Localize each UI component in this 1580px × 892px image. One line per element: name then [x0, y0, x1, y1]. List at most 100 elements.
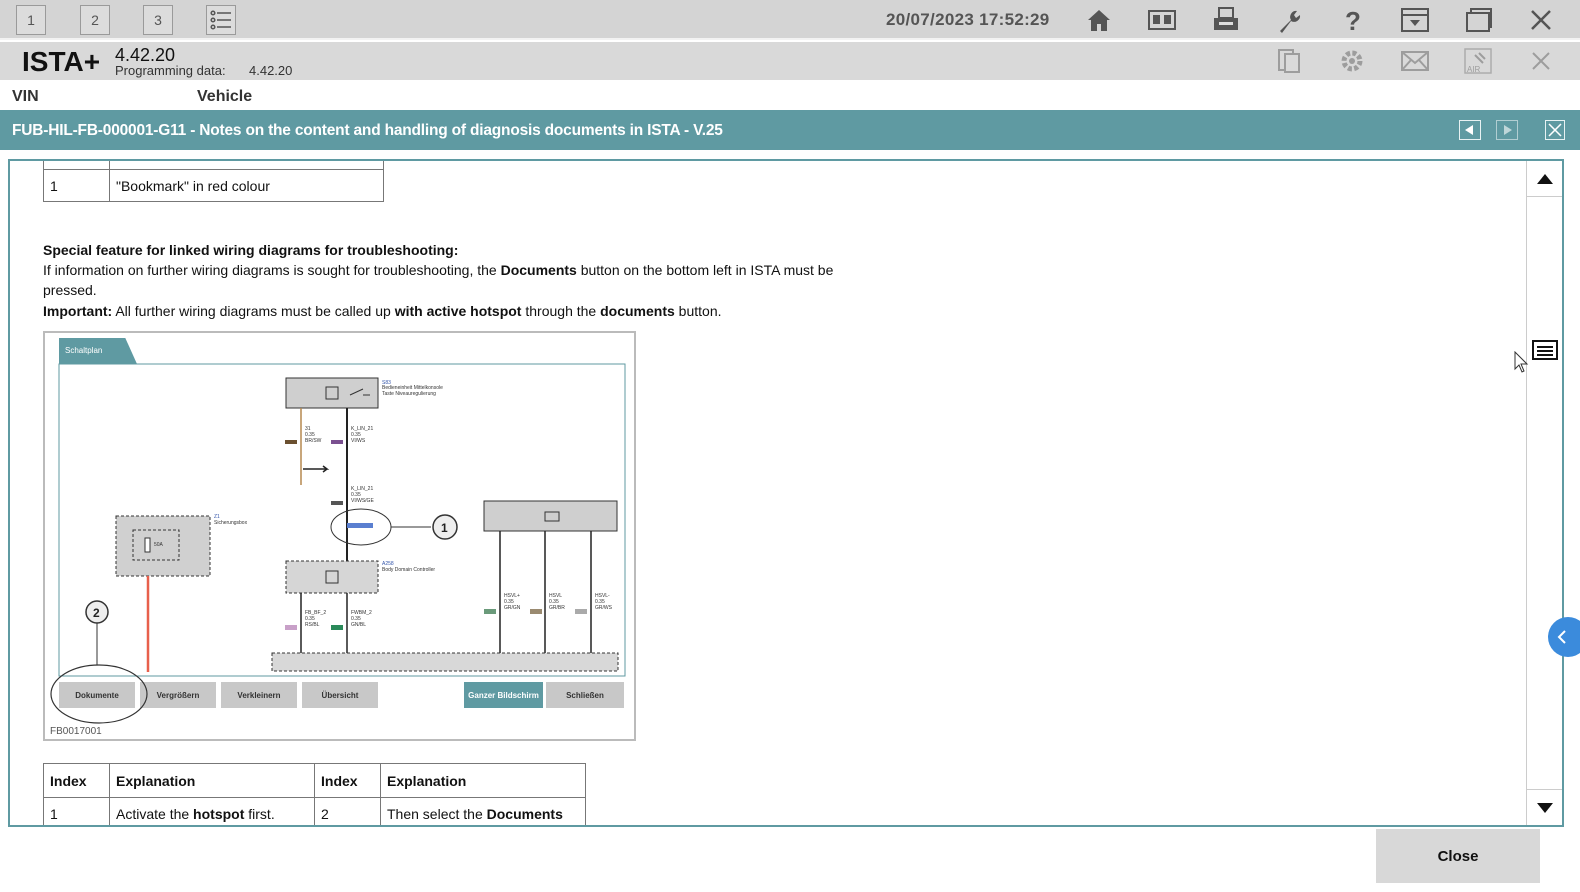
top-toolbar: 1 2 3 20/07/2023 17:52:29 ?	[0, 0, 1580, 40]
text-bold: with active hotspot	[394, 303, 522, 319]
callout-1: 1	[441, 521, 448, 535]
document-icon[interactable]	[1273, 45, 1305, 77]
text-bold: Important:	[43, 303, 113, 319]
table-cell-index: 2	[314, 797, 381, 825]
print-icon[interactable]	[1210, 4, 1242, 36]
dropdown-window-icon[interactable]	[1399, 4, 1431, 36]
previous-document-button[interactable]	[1459, 120, 1481, 140]
chevron-right-icon	[1504, 125, 1512, 135]
vehicle-info-icon[interactable]	[1146, 4, 1178, 36]
chevron-up-icon	[1537, 173, 1553, 184]
vin-label: VIN	[12, 88, 39, 105]
text-span: through the	[521, 303, 601, 319]
vertical-scrollbar[interactable]	[1526, 161, 1562, 825]
vehicle-info-bar: VIN Vehicle	[0, 80, 1580, 110]
bookmark-table: 1 "Bookmark" in red colour	[43, 161, 384, 202]
a258-desc: Body Domain Controller	[382, 567, 435, 573]
close-button[interactable]: Close	[1376, 829, 1540, 883]
section-heading: Special feature for linked wiring diagra…	[43, 242, 459, 258]
programming-data-label: Programming data:	[115, 63, 226, 78]
help-icon[interactable]: ?	[1336, 4, 1368, 36]
table-row: 1 "Bookmark" in red colour	[43, 169, 384, 202]
home-icon[interactable]	[1083, 4, 1115, 36]
air-icon[interactable]: AIR	[1462, 45, 1494, 77]
text-span: If information on further wiring diagram…	[43, 262, 501, 278]
hsvl1-color: GR/GN	[504, 605, 521, 611]
zoom-out-button[interactable]: Verkleinern	[221, 682, 297, 708]
table-cell-explanation: Then select the Documents	[380, 797, 586, 825]
vehicle-label: Vehicle	[197, 88, 253, 105]
mail-icon[interactable]	[1399, 45, 1431, 77]
paragraph-1: If information on further wiring diagram…	[43, 260, 943, 300]
chevron-left-icon	[1557, 630, 1566, 644]
hsvl2-color: GR/BR	[549, 605, 565, 611]
tab-3-button[interactable]: 3	[143, 5, 173, 35]
wiring-diagram: S83 Bedieneinheit Mittelkonsole Taste Ni…	[58, 363, 626, 677]
tab-1-button[interactable]: 1	[16, 5, 46, 35]
wrench-icon[interactable]	[1273, 4, 1305, 36]
text-bold: Documents	[500, 262, 577, 278]
scroll-down-button[interactable]	[1527, 789, 1562, 825]
klin1-color: VI/WS	[351, 438, 366, 444]
ista-window: 1 2 3 20/07/2023 17:52:29 ? ISTA+ 4.42.2…	[0, 0, 1580, 892]
list-icon[interactable]	[206, 5, 236, 35]
table-header: Explanation	[380, 763, 586, 798]
document-body: 1 "Bookmark" in red colour Special featu…	[10, 161, 1520, 825]
table-header: Explanation	[109, 763, 315, 798]
table-header: Index	[314, 763, 381, 798]
scroll-thumb[interactable]	[1532, 339, 1558, 361]
z1-desc: Sicherungsbox	[214, 520, 248, 526]
wire-31-color: BR/SW	[305, 438, 322, 444]
document-title-bar: FUB-HIL-FB-000001-G11 - Notes on the con…	[0, 110, 1580, 150]
fuse-label: 50A	[154, 542, 164, 548]
hsvl3-color: GR/WS	[595, 605, 613, 611]
callout-2: 2	[93, 606, 100, 620]
document-viewer[interactable]: 1 "Bookmark" in red colour Special featu…	[8, 159, 1564, 827]
fullscreen-button[interactable]: Ganzer Bildschirm	[464, 682, 543, 708]
text-span: Activate the	[116, 805, 194, 822]
scroll-up-button[interactable]	[1527, 161, 1562, 197]
fbbf-color: RS/BL	[305, 622, 320, 628]
fwbm-color: GN/BL	[351, 622, 366, 628]
table-header: Index	[43, 763, 110, 798]
tab-2-button[interactable]: 2	[80, 5, 110, 35]
mouse-cursor-icon	[1514, 351, 1529, 373]
text-span: pressed.	[43, 282, 97, 298]
table-header-row: Index Explanation Index Explanation	[43, 763, 586, 798]
text-span: button on the bottom left in ISTA must b…	[576, 262, 834, 278]
grip-icon	[1532, 340, 1558, 360]
table-row: 1 Activate the hotspot first. 2 Then sel…	[43, 797, 586, 825]
svg-text:?: ?	[1345, 6, 1361, 34]
text-span: button.	[674, 303, 722, 319]
side-panel-handle[interactable]	[1548, 617, 1580, 657]
app-bar: ISTA+ 4.42.20 Programming data: 4.42.20 …	[0, 42, 1580, 80]
klin2-color: VI/WS/GE	[351, 498, 374, 504]
chevron-left-icon	[1465, 125, 1473, 135]
chevron-down-icon	[1537, 802, 1553, 813]
close-icon[interactable]	[1525, 4, 1557, 36]
table-cell-index: 1	[43, 169, 110, 202]
gear-icon[interactable]	[1336, 45, 1368, 77]
table-cell-text: "Bookmark" in red colour	[109, 169, 384, 202]
svg-text:AIR: AIR	[1467, 65, 1481, 74]
datetime-display: 20/07/2023 17:52:29	[886, 10, 1050, 29]
text-span: All further wiring diagrams must be call…	[112, 303, 395, 319]
close-icon	[1548, 123, 1562, 137]
next-document-button[interactable]	[1496, 120, 1518, 140]
figure-caption: FB0017001	[50, 726, 102, 737]
table-cell-explanation: Activate the hotspot first.	[109, 797, 315, 825]
text-span: first.	[244, 805, 275, 822]
wiring-diagram-figure: Schaltplan S83 Bedieneinheit Mittelkonso…	[43, 331, 636, 741]
document-title: FUB-HIL-FB-000001-G11 - Notes on the con…	[12, 122, 723, 139]
paragraph-2: Important: All further wiring diagrams m…	[43, 301, 722, 321]
close-icon[interactable]	[1525, 45, 1557, 77]
app-name: ISTA+	[22, 46, 101, 77]
restore-window-icon[interactable]	[1462, 4, 1494, 36]
explanation-table: Index Explanation Index Explanation 1 Ac…	[43, 763, 586, 825]
overview-button[interactable]: Übersicht	[302, 682, 378, 708]
documents-highlight-ellipse	[50, 664, 148, 724]
close-diagram-button[interactable]: Schließen	[546, 682, 624, 708]
close-document-button[interactable]	[1545, 120, 1565, 140]
text-bold: documents	[600, 303, 675, 319]
text-span: Then select the	[387, 805, 487, 822]
